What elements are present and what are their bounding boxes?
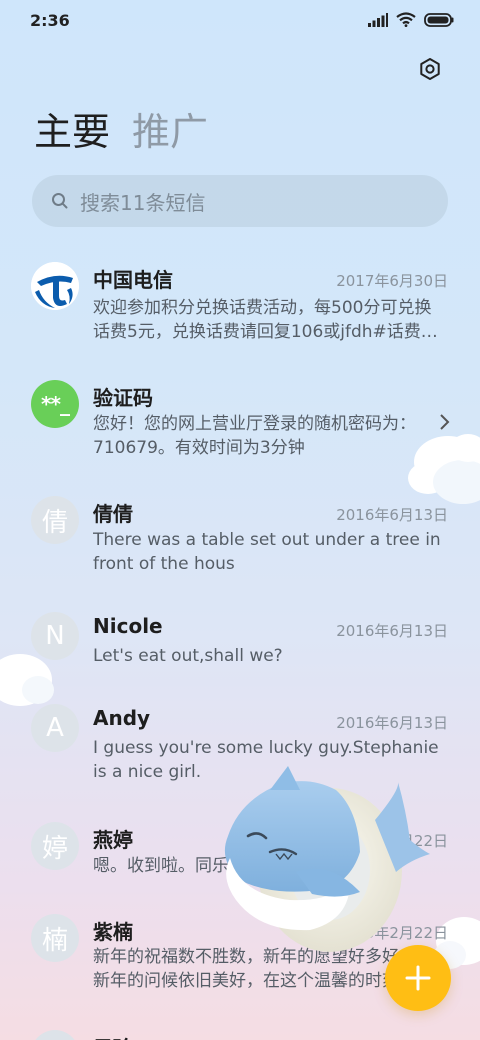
message-preview: 欢迎参加积分兑换话费活动，每500分可兑换话费5元，兑换话费请回复106或jfd… xyxy=(93,298,438,342)
message-item[interactable]: 中国电信 2017年6月30日 欢迎参加积分兑换话费活动，每500分可兑换话费5… xyxy=(0,258,480,368)
contact-name: 紫楠 xyxy=(93,920,133,944)
message-item[interactable]: 玲 子玲 xyxy=(0,1028,480,1040)
avatar: 婷 xyxy=(31,822,79,870)
plus-icon xyxy=(405,965,431,991)
contact-name: 中国电信 xyxy=(93,268,173,292)
tab-bar: 主要 推广 xyxy=(34,110,208,154)
status-bar: 2:36 xyxy=(0,0,480,40)
message-preview: Let's eat out,shall we? xyxy=(93,646,283,666)
contact-name: 倩倩 xyxy=(93,502,133,526)
message-preview: 您好！您的网上营业厅登录的随机密码为：710679。有效时间为3分钟 xyxy=(93,414,416,458)
contact-name: 子玲 xyxy=(93,1032,133,1040)
message-date: 2016年6月13日 xyxy=(336,506,448,524)
contact-name: Andy xyxy=(93,706,151,730)
message-item[interactable]: N Nicole 2016年6月13日 Let's eat out,shall … xyxy=(0,610,480,690)
message-date: 2017年6月30日 xyxy=(336,272,448,290)
settings-button[interactable] xyxy=(416,55,444,83)
message-item[interactable]: 倩 倩倩 2016年6月13日 There was a table set ou… xyxy=(0,492,480,602)
china-telecom-logo-icon xyxy=(31,262,79,310)
signal-icon xyxy=(368,12,388,27)
chevron-right-icon xyxy=(440,414,450,430)
shark-illustration xyxy=(224,766,430,952)
battery-icon xyxy=(424,12,454,27)
message-date: 2016年6月13日 xyxy=(336,622,448,640)
search-input[interactable]: 搜索11条短信 xyxy=(32,175,448,227)
contact-name: 验证码 xyxy=(93,386,153,410)
avatar: 玲 xyxy=(31,1030,79,1040)
tab-main[interactable]: 主要 xyxy=(34,110,110,154)
search-placeholder: 搜索11条短信 xyxy=(80,190,206,215)
avatar: A xyxy=(31,704,79,752)
avatar: 倩 xyxy=(31,496,79,544)
avatar: **_ xyxy=(31,380,79,428)
gear-icon xyxy=(420,58,440,80)
message-item[interactable]: **_ 验证码 您好！您的网上营业厅登录的随机密码为：710679。有效时间为3… xyxy=(0,376,480,486)
tab-promotion[interactable]: 推广 xyxy=(132,110,208,154)
contact-name: Nicole xyxy=(93,614,163,638)
avatar: 楠 xyxy=(31,914,79,962)
contact-name: 燕婷 xyxy=(93,828,133,852)
wifi-icon xyxy=(396,12,416,27)
message-date: 2016年6月13日 xyxy=(336,714,448,732)
avatar xyxy=(31,262,79,310)
message-preview: There was a table set out under a tree i… xyxy=(93,530,441,574)
status-time: 2:36 xyxy=(30,11,70,30)
status-icons xyxy=(368,12,454,27)
avatar: N xyxy=(31,612,79,660)
new-message-button[interactable] xyxy=(385,945,451,1011)
search-icon xyxy=(52,193,68,209)
